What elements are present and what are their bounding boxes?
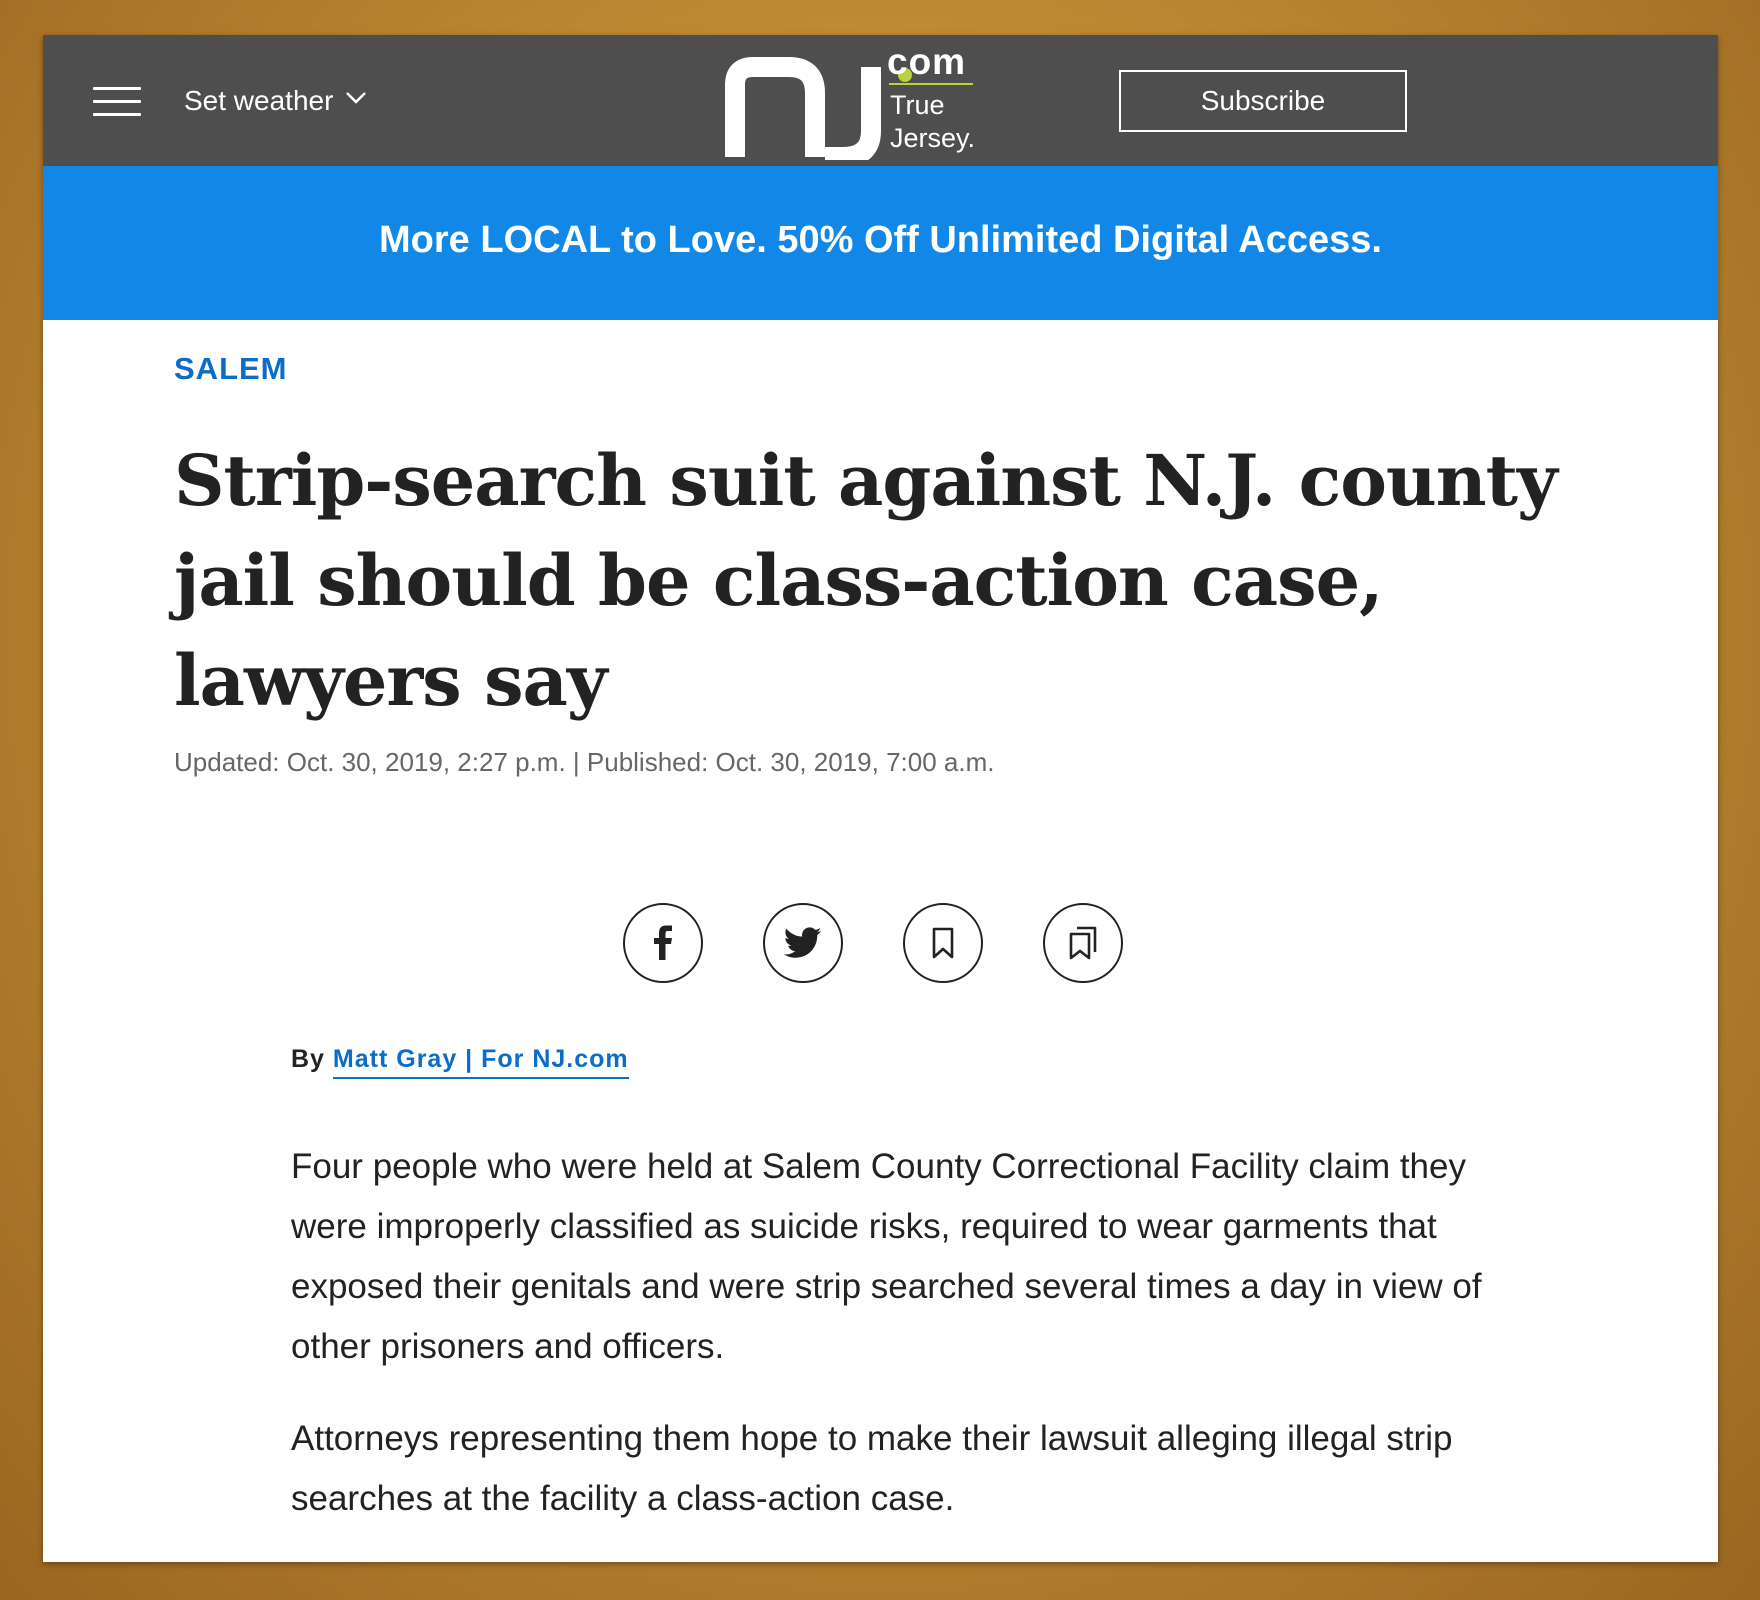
twitter-share-button[interactable]	[763, 903, 843, 983]
promo-banner[interactable]: More LOCAL to Love. 50% Off Unlimited Di…	[43, 166, 1718, 320]
bookmark-button[interactable]	[903, 903, 983, 983]
promo-text: More LOCAL to Love. 50% Off Unlimited Di…	[379, 218, 1382, 261]
logo-com-text: com	[887, 41, 967, 82]
chevron-down-icon	[346, 92, 367, 104]
logo-tagline-line1: True	[890, 90, 945, 120]
article-paragraph: Attorneys representing them hope to make…	[291, 1419, 1453, 1518]
article-byline: By Matt Gray | For NJ.com	[291, 1045, 629, 1079]
article-dateline: Updated: Oct. 30, 2019, 2:27 p.m. | Publ…	[174, 747, 995, 777]
saved-bookmarks-button[interactable]	[1043, 903, 1123, 983]
facebook-icon	[654, 925, 672, 960]
site-header: Set weather com True Jersey. Subscribe	[43, 35, 1718, 166]
menu-icon[interactable]	[93, 87, 141, 117]
set-weather-label: Set weather	[184, 85, 334, 116]
article-paragraph: Four people who were held at Salem Count…	[291, 1147, 1482, 1366]
author-link[interactable]: Matt Gray | For NJ.com	[332, 1045, 629, 1079]
logo-tagline-line2: Jersey.	[890, 123, 976, 153]
subscribe-button[interactable]: Subscribe	[1119, 70, 1407, 132]
byline-prefix: By	[291, 1045, 325, 1073]
section-label[interactable]: SALEM	[174, 351, 288, 387]
facebook-share-button[interactable]	[623, 903, 703, 983]
article-page: Set weather com True Jersey. Subscribe M…	[43, 35, 1718, 1562]
logo-divider	[889, 83, 973, 85]
article-headline: Strip-search suit against N.J. county ja…	[174, 439, 1558, 722]
twitter-icon	[784, 927, 822, 958]
logo-tagline: True Jersey.	[890, 89, 975, 155]
set-weather-dropdown[interactable]: Set weather	[184, 81, 367, 121]
share-buttons	[623, 903, 1123, 987]
bookmark-icon	[932, 927, 954, 959]
saved-bookmarks-icon	[1069, 926, 1097, 960]
